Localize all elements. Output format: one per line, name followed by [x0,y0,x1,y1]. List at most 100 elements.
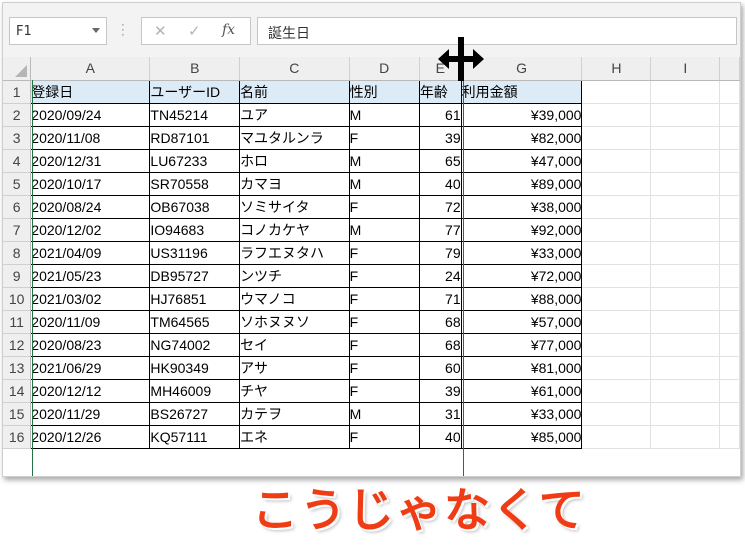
cell-date[interactable]: 2020/10/17 [30,171,151,196]
formula-bar-grip-icon[interactable]: · · · [121,19,125,41]
row-header[interactable]: 10 [3,287,32,311]
cell-date[interactable]: 2020/09/24 [30,102,151,127]
empty-cell[interactable] [581,218,652,242]
empty-cell[interactable] [650,264,721,288]
cell-gender[interactable]: F [348,309,420,334]
row-header[interactable]: 12 [3,333,32,357]
header-cell-user-id[interactable]: ユーザーID [149,79,241,104]
cell-gender[interactable]: M [348,217,420,242]
cell-age[interactable]: 61 [418,102,462,127]
cell-date[interactable]: 2020/12/26 [30,424,151,449]
cell-gender[interactable]: F [348,332,420,357]
cell-user-id[interactable]: HJ76851 [149,286,241,311]
cell-amount[interactable]: ¥72,000 [460,263,583,288]
row-header[interactable]: 9 [3,264,32,288]
column-header-h[interactable]: H [581,57,652,81]
empty-cell[interactable] [650,172,721,196]
cell-date[interactable]: 2021/03/02 [30,286,151,311]
empty-cell[interactable] [650,195,721,219]
row-header[interactable]: 11 [3,310,32,334]
cell-name[interactable]: カテヲ [239,401,350,426]
empty-cell[interactable] [650,425,721,449]
empty-cell[interactable] [719,333,740,357]
cell-age[interactable]: 71 [418,286,462,311]
cell-amount[interactable]: ¥47,000 [460,148,583,173]
cell-age[interactable]: 31 [418,401,462,426]
cell-date[interactable]: 2020/11/08 [30,125,151,150]
empty-cell[interactable] [581,80,652,104]
row-header[interactable]: 4 [3,149,32,173]
empty-cell[interactable] [581,425,652,449]
cell-name[interactable]: ソミサイタ [239,194,350,219]
cell-date[interactable]: 2020/12/02 [30,217,151,242]
empty-cell[interactable] [719,287,740,311]
cell-name[interactable]: チヤ [239,378,350,403]
cell-age[interactable]: 72 [418,194,462,219]
cell-user-id[interactable]: MH46009 [149,378,241,403]
empty-cell[interactable] [719,379,740,403]
cell-name[interactable]: アサ [239,355,350,380]
cell-date[interactable]: 2020/08/23 [30,332,151,357]
cell-age[interactable]: 39 [418,125,462,150]
cell-user-id[interactable]: LU67233 [149,148,241,173]
cell-name[interactable]: カマヨ [239,171,350,196]
empty-cell[interactable] [650,126,721,150]
empty-cell[interactable] [581,310,652,334]
row-header[interactable]: 14 [3,379,32,403]
row-header[interactable]: 1 [3,80,32,104]
cell-amount[interactable]: ¥81,000 [460,355,583,380]
cell-age[interactable]: 60 [418,355,462,380]
cell-amount[interactable]: ¥33,000 [460,401,583,426]
cell-age[interactable]: 24 [418,263,462,288]
empty-cell[interactable] [650,356,721,380]
spreadsheet-grid[interactable]: A B C D E G H I 1 登録日 ユーザーID 名前 性別 年齢 利用… [3,57,740,476]
cell-user-id[interactable]: NG74002 [149,332,241,357]
column-header-i[interactable]: I [650,57,721,81]
empty-cell[interactable] [581,149,652,173]
cell-user-id[interactable]: HK90349 [149,355,241,380]
cell-age[interactable]: 40 [418,171,462,196]
cell-name[interactable]: ンツチ [239,263,350,288]
cell-amount[interactable]: ¥39,000 [460,102,583,127]
empty-cell[interactable] [650,333,721,357]
empty-cell[interactable] [650,149,721,173]
cell-gender[interactable]: M [348,148,420,173]
cell-gender[interactable]: F [348,263,420,288]
empty-cell[interactable] [650,80,721,104]
cell-amount[interactable]: ¥61,000 [460,378,583,403]
cell-name[interactable]: ユア [239,102,350,127]
cell-user-id[interactable]: TN45214 [149,102,241,127]
cell-gender[interactable]: M [348,102,420,127]
cell-date[interactable]: 2020/08/24 [30,194,151,219]
empty-cell[interactable] [650,402,721,426]
empty-cell[interactable] [719,172,740,196]
cell-date[interactable]: 2021/05/23 [30,263,151,288]
empty-cell[interactable] [581,172,652,196]
empty-cell[interactable] [650,218,721,242]
cell-user-id[interactable]: DB95727 [149,263,241,288]
empty-cell[interactable] [650,241,721,265]
empty-cell[interactable] [719,264,740,288]
empty-cell[interactable] [650,379,721,403]
cell-gender[interactable]: M [348,171,420,196]
empty-cell[interactable] [719,103,740,127]
empty-cell[interactable] [581,402,652,426]
empty-cell[interactable] [719,402,740,426]
empty-cell[interactable] [650,287,721,311]
cell-user-id[interactable]: OB67038 [149,194,241,219]
cell-age[interactable]: 68 [418,309,462,334]
cell-date[interactable]: 2020/11/29 [30,401,151,426]
empty-cell[interactable] [719,425,740,449]
row-header[interactable]: 2 [3,103,32,127]
cell-gender[interactable]: F [348,194,420,219]
select-all-button[interactable] [3,57,32,81]
empty-cell[interactable] [581,287,652,311]
cell-date[interactable]: 2020/12/12 [30,378,151,403]
cell-amount[interactable]: ¥77,000 [460,332,583,357]
cell-user-id[interactable]: RD87101 [149,125,241,150]
column-header-d[interactable]: D [349,57,420,81]
header-cell-name[interactable]: 名前 [239,79,350,104]
cell-user-id[interactable]: SR70558 [149,171,241,196]
cell-gender[interactable]: F [348,378,420,403]
cell-date[interactable]: 2020/12/31 [30,148,151,173]
